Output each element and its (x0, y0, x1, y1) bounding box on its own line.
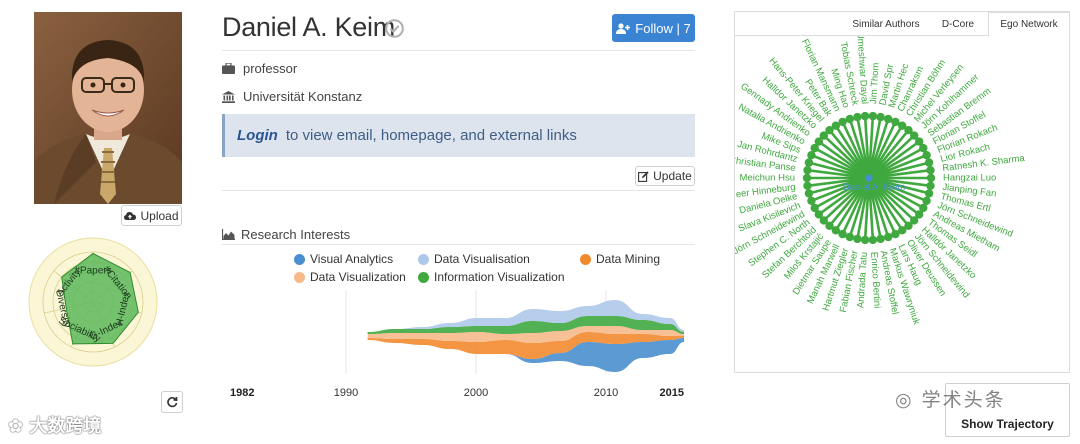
update-label: Update (653, 169, 692, 183)
axis-tick-label: 2000 (464, 387, 488, 399)
legend-swatch (418, 271, 429, 283)
ego-node[interactable] (926, 173, 936, 183)
upload-button[interactable]: Upload (121, 205, 182, 226)
ego-network-graph: Jim ThomDavid SprMartin HecChanraksmChri… (735, 36, 1026, 326)
legend-item-data-mining[interactable]: Data Mining (580, 252, 660, 266)
verified-check-icon (385, 19, 404, 38)
watermark-right-text: 学术头条 (921, 389, 1006, 411)
area-chart-icon (222, 229, 235, 240)
network-panel: Similar Authors D-Core Ego Network Jim T… (734, 11, 1070, 373)
upload-label: Upload (140, 208, 179, 223)
login-link[interactable]: Login (237, 127, 278, 144)
ego-node[interactable] (860, 235, 870, 245)
ego-node[interactable] (884, 232, 893, 242)
legend-item-information-visualization[interactable]: Information Visualization (418, 270, 565, 284)
briefcase-icon (222, 63, 235, 74)
wechat-icon: ◎ (895, 389, 914, 411)
add-user-icon (616, 22, 631, 34)
follow-label: Follow | 7 (635, 20, 691, 36)
divider (222, 50, 695, 51)
affiliation-text: Universität Konstanz (243, 89, 363, 104)
network-tabs: Similar Authors D-Core Ego Network (735, 12, 1070, 37)
ego-node[interactable] (853, 234, 862, 244)
legend-item-visual-analytics[interactable]: Visual Analytics (294, 252, 393, 266)
ego-node[interactable] (868, 111, 878, 121)
tab-similar-authors[interactable]: Similar Authors (845, 12, 927, 36)
refresh-button[interactable] (161, 391, 183, 413)
ego-node[interactable] (884, 114, 893, 124)
position-text: professor (243, 61, 298, 76)
ego-node[interactable] (803, 166, 812, 175)
ego-node[interactable] (876, 234, 885, 244)
axis-tick-label: 1990 (334, 387, 358, 399)
divider (222, 190, 695, 191)
ego-node[interactable] (803, 181, 812, 190)
ego-center-node[interactable] (865, 174, 873, 182)
legend-label: Information Visualization (434, 270, 565, 284)
ego-node[interactable] (807, 196, 816, 205)
divider (222, 244, 695, 245)
login-notice-text: to view email, homepage, and external li… (285, 127, 577, 144)
profile-photo (34, 12, 182, 204)
refresh-icon (167, 396, 178, 408)
ego-node[interactable] (845, 114, 854, 124)
ego-node[interactable] (926, 166, 935, 175)
watermark-left: ✿ 大数跨境 (8, 412, 101, 438)
axis-tick-label: 1982 (230, 387, 254, 399)
ego-node[interactable] (922, 151, 931, 160)
ego-node-label[interactable]: Enrico Bertini (868, 252, 883, 309)
institution-icon (222, 90, 235, 103)
research-interests-title: Research Interests (222, 227, 350, 242)
legend-label: Data Visualisation (434, 252, 530, 266)
legend-swatch (294, 253, 305, 265)
legend-swatch (580, 253, 591, 265)
axis-tick-label: 2010 (594, 387, 618, 399)
tab-d-core[interactable]: D-Core (929, 12, 987, 36)
ego-node[interactable] (876, 112, 885, 122)
ego-node[interactable] (853, 112, 862, 122)
affiliation-row: Universität Konstanz (222, 89, 362, 104)
ego-node[interactable] (845, 232, 854, 242)
ego-node[interactable] (838, 117, 847, 127)
ego-node-label[interactable]: Meichun Hsu (740, 173, 795, 184)
legend-item-data-visualisation[interactable]: Data Visualisation (418, 252, 530, 266)
watermark-logo-icon: ✿ (8, 416, 24, 437)
axis-tick-label: 2015 (660, 387, 684, 399)
legend-swatch (418, 253, 429, 265)
tab-ego-network[interactable]: Ego Network (988, 12, 1070, 37)
ego-node[interactable] (804, 189, 814, 198)
ego-node[interactable] (924, 189, 934, 198)
author-name: Daniel A. Keim (222, 12, 395, 42)
research-interests-label: Research Interests (241, 227, 351, 242)
edit-icon (638, 170, 649, 182)
cloud-upload-icon (124, 211, 137, 220)
login-notice: Login to view email, homepage, and exter… (222, 114, 695, 157)
ego-node[interactable] (924, 158, 934, 167)
ego-node[interactable] (891, 229, 900, 239)
legend-label: Data Visualization (310, 270, 406, 284)
update-button[interactable]: Update (635, 166, 695, 186)
legend-label: Data Mining (596, 252, 661, 266)
legend-swatch (294, 271, 305, 283)
ego-node[interactable] (860, 111, 870, 121)
legend-label: Visual Analytics (310, 252, 394, 266)
legend-item-data-visualization[interactable]: Data Visualization (294, 270, 406, 284)
stats-radar-chart: #Papers#CitationH-IndexG-IndexSociabilit… (28, 237, 158, 367)
ego-node[interactable] (868, 235, 878, 245)
stream-layers (367, 300, 684, 372)
follow-button[interactable]: Follow | 7 (612, 14, 695, 42)
watermark-left-text: 大数跨境 (29, 416, 102, 437)
research-interests-streamgraph: 1982 1990 2000 2010 2015 (230, 290, 684, 399)
watermark-right: ◎ 学术头条 (895, 385, 1006, 412)
position-row: professor (222, 61, 297, 76)
ego-node[interactable] (926, 181, 935, 190)
ego-node[interactable] (802, 173, 812, 183)
ego-node[interactable] (804, 158, 814, 167)
ego-center-label: Daniel A. Keim (843, 182, 905, 193)
